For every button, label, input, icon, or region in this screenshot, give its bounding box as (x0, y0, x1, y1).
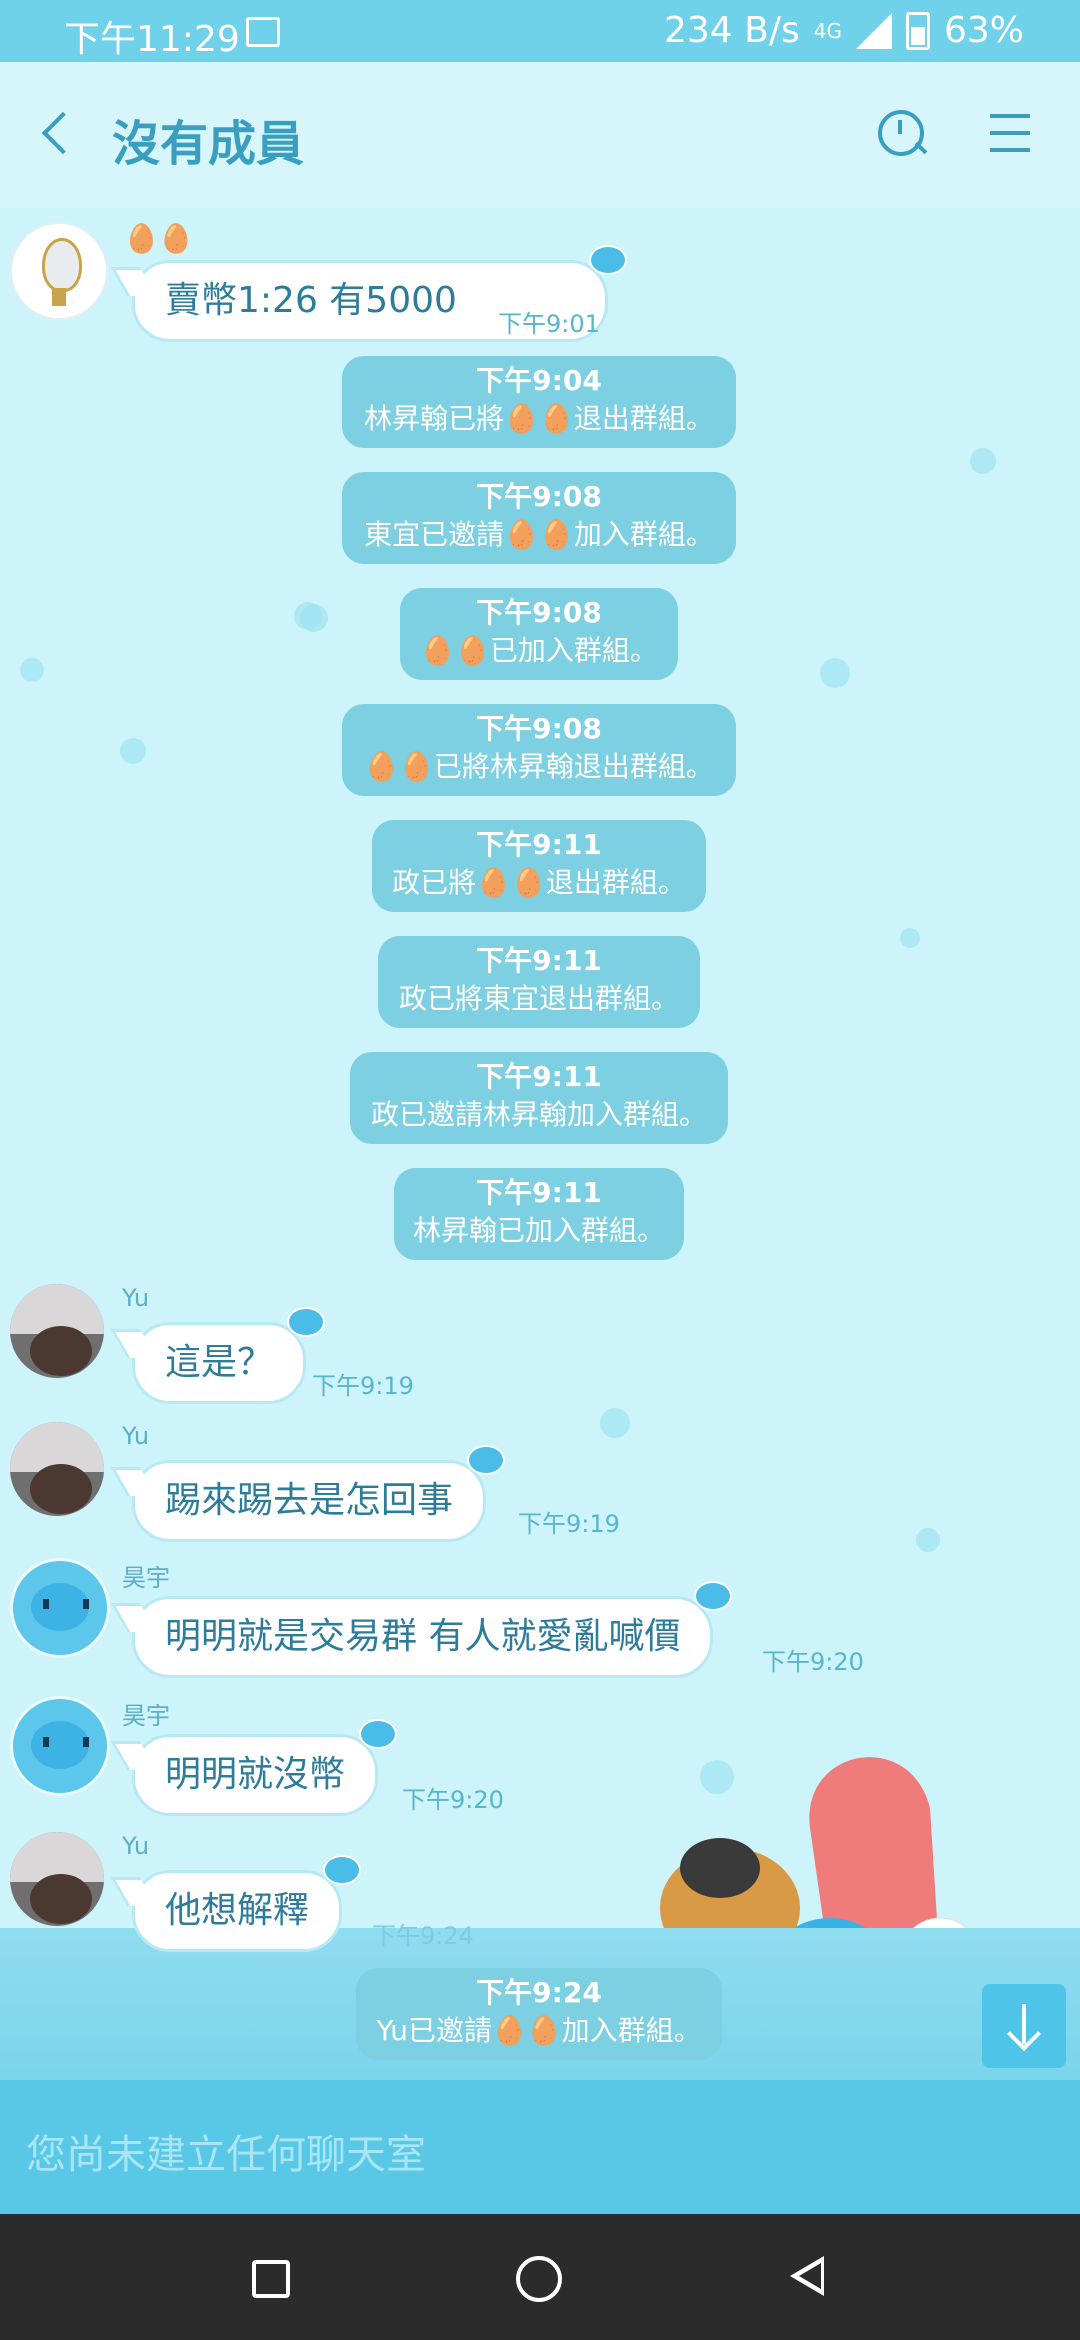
menu-icon[interactable] (990, 114, 1034, 154)
avatar[interactable] (10, 1696, 110, 1796)
system-text: 東宜已邀請🥚🥚加入群組。 (364, 518, 714, 551)
message-text: 踢來踢去是怎回事 (165, 1480, 454, 1521)
sticker-icon (589, 245, 627, 275)
system-text: 🥚🥚已將林昇翰退出群組。 (364, 750, 714, 783)
avatar[interactable] (10, 222, 108, 320)
input-placeholder: 您尚未建立任何聊天室 (26, 2132, 426, 2178)
system-time: 下午9:08 (476, 712, 602, 745)
message-time: 下午9:19 (312, 1372, 414, 1400)
recent-apps-icon[interactable] (252, 2260, 290, 2298)
message-time: 下午9:20 (762, 1648, 864, 1676)
system-time: 下午9:08 (476, 480, 602, 513)
chat-header: 沒有成員 (0, 62, 1080, 208)
battery-level: 63% (943, 10, 1024, 51)
status-bar: 下午11:29 234 B/s 4G 63% (0, 0, 1080, 62)
chat-area[interactable]: 🥚🥚 賣幣1:26 有5000 下午9:01 下午9:04 林昇翰已將🥚🥚退出群… (0, 208, 1080, 2080)
status-time: 下午11:29 (64, 19, 240, 60)
system-text: 政已將東宜退出群組。 (398, 982, 679, 1015)
network-speed: 234 B/s (664, 10, 800, 51)
search-clock-icon[interactable] (874, 106, 930, 162)
message-time: 下午9:20 (402, 1786, 504, 1814)
system-text: 🥚🥚已加入群組。 (420, 634, 658, 667)
system-time: 下午9:08 (476, 596, 602, 629)
system-text: 政已邀請林昇翰加入群組。 (370, 1098, 707, 1131)
sender-name: Yu (122, 1422, 150, 1450)
system-nav-bar (0, 2214, 1080, 2340)
system-time: 下午9:11 (476, 944, 602, 977)
message-text: 明明就沒幣 (165, 1754, 346, 1795)
message-bubble[interactable]: 這是？ (132, 1307, 326, 1404)
avatar[interactable] (10, 1284, 104, 1378)
background-bubble (20, 658, 44, 682)
system-message: 下午9:24 Yu已邀請🥚🥚加入群組。 (356, 1968, 722, 2060)
sender-name: Yu (122, 1832, 150, 1860)
system-time: 下午9:24 (476, 1976, 602, 2009)
message-bubble[interactable]: 明明就是交易群 有人就愛亂喊價 (132, 1581, 733, 1678)
message-time: 下午9:01 (498, 310, 600, 338)
signal-icon (855, 12, 892, 49)
network-type: 4G (813, 18, 842, 43)
avatar[interactable] (10, 1558, 110, 1658)
system-text: 政已將🥚🥚退出群組。 (392, 866, 686, 899)
back-triangle-icon[interactable] (790, 2256, 824, 2296)
system-message: 下午9:08 🥚🥚已將林昇翰退出群組。 (342, 704, 736, 796)
battery-icon (905, 11, 930, 50)
system-message: 下午9:11 政已將🥚🥚退出群組。 (372, 820, 706, 912)
background-bubble (600, 1408, 630, 1438)
gallery-notification-icon (246, 17, 280, 47)
sticker-icon (694, 1581, 733, 1611)
system-message: 下午9:11 林昇翰已加入群組。 (394, 1168, 684, 1260)
system-message: 下午9:08 🥚🥚已加入群組。 (400, 588, 678, 680)
message-bubble[interactable]: 他想解釋 (132, 1855, 362, 1952)
background-bubble (916, 1528, 940, 1552)
sticker-icon (359, 1719, 398, 1749)
message-text: 他想解釋 (165, 1890, 310, 1931)
system-message: 下午9:04 林昇翰已將🥚🥚退出群組。 (342, 356, 736, 448)
back-arrow-icon[interactable] (30, 102, 90, 162)
system-message: 下午9:11 政已邀請林昇翰加入群組。 (350, 1052, 728, 1144)
system-time: 下午9:11 (476, 1176, 602, 1209)
system-message: 下午9:08 東宜已邀請🥚🥚加入群組。 (342, 472, 736, 564)
message-bubble[interactable]: 明明就沒幣 (132, 1719, 398, 1816)
avatar[interactable] (10, 1422, 104, 1516)
message-time: 下午9:24 (372, 1922, 474, 1950)
background-bubble (294, 602, 322, 630)
system-time: 下午9:11 (476, 1060, 602, 1093)
input-bar[interactable]: 您尚未建立任何聊天室 (0, 2080, 1080, 2214)
background-bubble (970, 448, 996, 474)
chat-title: 沒有成員 (112, 116, 305, 172)
message-time: 下午9:19 (518, 1510, 620, 1538)
message-text: 這是？ (165, 1342, 274, 1383)
background-bubble (900, 928, 920, 948)
scroll-down-arrow-icon[interactable] (982, 1984, 1066, 2068)
sender-name: 昊宇 (122, 1564, 170, 1592)
sticker-icon (467, 1445, 506, 1475)
system-time: 下午9:11 (476, 828, 602, 861)
home-icon[interactable] (516, 2256, 562, 2302)
sticker-icon (287, 1307, 326, 1337)
message-text: 明明就是交易群 有人就愛亂喊價 (165, 1616, 681, 1657)
sticker-icon (323, 1855, 362, 1885)
avatar[interactable] (10, 1832, 104, 1926)
system-text: 林昇翰已將🥚🥚退出群組。 (364, 402, 714, 435)
background-bubble (120, 738, 146, 764)
message-text: 賣幣1:26 有5000 (165, 280, 457, 321)
sender-name: Yu (122, 1284, 150, 1312)
sender-name: 🥚🥚 (124, 222, 194, 255)
message-bubble[interactable]: 踢來踢去是怎回事 (132, 1445, 506, 1542)
system-time: 下午9:04 (476, 364, 602, 397)
system-text: Yu已邀請🥚🥚加入群組。 (376, 2014, 702, 2047)
background-bubble (820, 658, 850, 688)
sender-name: 昊宇 (122, 1702, 170, 1730)
system-text: 林昇翰已加入群組。 (412, 1214, 665, 1247)
system-message: 下午9:11 政已將東宜退出群組。 (378, 936, 700, 1028)
